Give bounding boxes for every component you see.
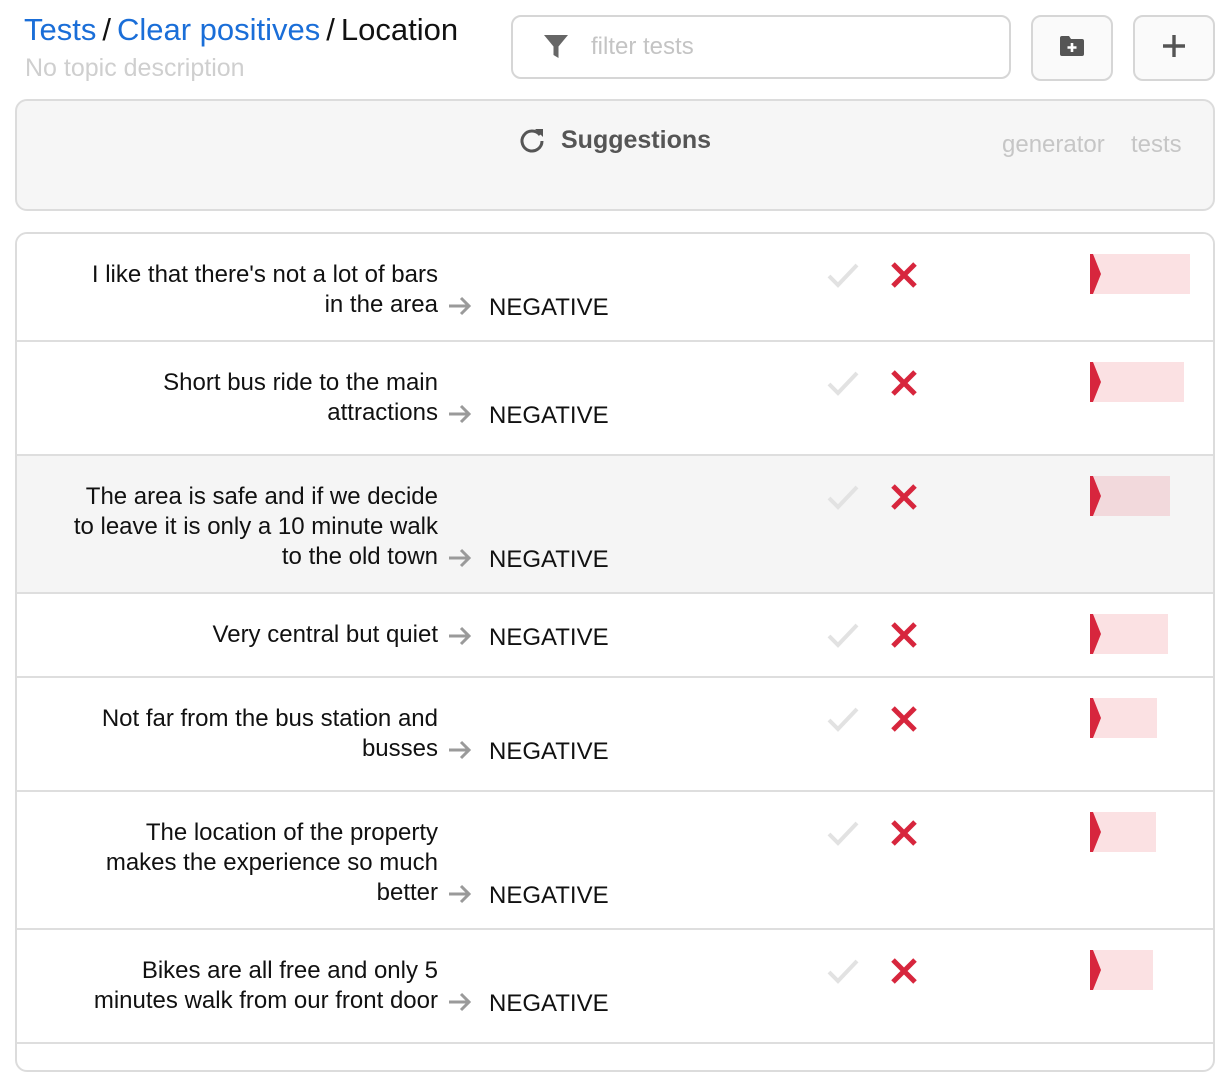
test-input-line: in the area [324, 291, 438, 318]
arrow-right-icon [449, 626, 472, 646]
test-input-line: Short bus ride to the main [163, 369, 438, 396]
score-marker-icon [1090, 812, 1101, 852]
check-icon[interactable] [825, 620, 861, 650]
check-icon[interactable] [825, 818, 861, 848]
score-bar [1090, 476, 1170, 516]
test-input-text[interactable]: The location of the property makes the ex… [18, 818, 438, 908]
cross-icon[interactable] [889, 704, 919, 734]
score-bar [1090, 812, 1156, 852]
refresh-icon[interactable] [517, 125, 547, 155]
test-input-line: busses [361, 735, 438, 762]
cross-icon[interactable] [889, 620, 919, 650]
cross-icon[interactable] [889, 260, 919, 290]
header: Tests / Clear positives / Location No topic … [0, 0, 1230, 100]
test-row[interactable]: The location of the property makes the ex… [17, 792, 1213, 930]
test-input-line: Not far from the bus station and [101, 705, 438, 732]
check-icon[interactable] [825, 260, 861, 290]
test-input-text[interactable]: Short bus ride to the main attractions [18, 368, 438, 428]
test-row[interactable]: I like that there's not a lot of bars in … [17, 234, 1213, 342]
test-input-text[interactable]: I like that there's not a lot of bars in … [18, 260, 438, 320]
test-input-line: The area is safe and if we decide [85, 483, 438, 510]
score-bar [1090, 698, 1157, 738]
arrow-right-icon [449, 548, 472, 568]
generator-column-header[interactable]: generator [1002, 131, 1105, 159]
arrow-right-icon [449, 992, 472, 1012]
test-row[interactable]: The area is safe and if we decide to leav… [17, 456, 1213, 594]
test-input-text[interactable]: Very central but quiet [18, 620, 438, 650]
cross-icon[interactable] [889, 368, 919, 398]
filter-box [511, 15, 1011, 79]
suggestions-panel: Suggestions generator tests [15, 99, 1215, 211]
test-row[interactable]: Very central but quiet NEGATIVE [17, 594, 1213, 678]
test-output-label[interactable]: NEGATIVE [489, 294, 609, 322]
test-input-line: Bikes are all free and only 5 [141, 957, 438, 984]
test-output-label[interactable]: NEGATIVE [489, 402, 609, 430]
score-bar [1090, 614, 1168, 654]
filter-icon [541, 32, 571, 62]
test-row[interactable]: Not far from the bus station and busses NE… [17, 678, 1213, 792]
plus-icon [1161, 33, 1187, 64]
score-marker-icon [1090, 254, 1101, 294]
test-output-label[interactable]: NEGATIVE [489, 990, 609, 1018]
score-bar [1090, 950, 1153, 990]
cross-icon[interactable] [889, 482, 919, 512]
test-output-label[interactable]: NEGATIVE [489, 882, 609, 910]
arrow-right-icon [449, 740, 472, 760]
test-input-line: I like that there's not a lot of bars [91, 261, 438, 288]
breadcrumb-current: Location [340, 12, 459, 47]
test-row[interactable]: Bikes are all free and only 5 minutes wal… [17, 930, 1213, 1044]
test-output-label[interactable]: NEGATIVE [489, 546, 609, 574]
test-list: I like that there's not a lot of bars in … [15, 232, 1215, 1072]
breadcrumb-clear-positives-link[interactable]: Clear positives [117, 12, 320, 47]
tests-column-header[interactable]: tests [1131, 131, 1182, 159]
score-marker-icon [1090, 362, 1101, 402]
test-input-line: minutes walk from our front door [93, 987, 438, 1014]
cross-icon[interactable] [889, 818, 919, 848]
test-input-line: makes the experience so much [105, 849, 438, 876]
score-marker-icon [1090, 476, 1101, 516]
test-output-label[interactable]: NEGATIVE [489, 738, 609, 766]
arrow-right-icon [449, 884, 472, 904]
cross-icon[interactable] [889, 956, 919, 986]
folder-plus-icon [1059, 35, 1085, 62]
filter-input[interactable] [591, 33, 971, 61]
suggestions-header: Suggestions [517, 125, 711, 155]
test-input-text[interactable]: Not far from the bus station and busses [18, 704, 438, 764]
test-input-text[interactable]: The area is safe and if we decide to leav… [18, 482, 438, 572]
test-row[interactable]: Short bus ride to the main attractions NEG… [17, 342, 1213, 456]
check-icon[interactable] [825, 482, 861, 512]
score-marker-icon [1090, 950, 1101, 990]
suggestions-title[interactable]: Suggestions [561, 126, 711, 155]
test-input-text[interactable]: Bikes are all free and only 5 minutes wal… [18, 956, 438, 1016]
breadcrumb: Tests / Clear positives / Location [24, 12, 458, 48]
test-input-line: to leave it is only a 10 minute walk [73, 513, 438, 540]
score-bar [1090, 362, 1184, 402]
check-icon[interactable] [825, 956, 861, 986]
topic-description[interactable]: No topic description [25, 54, 245, 83]
test-input-line: Very central but quiet [212, 621, 438, 648]
test-output-label[interactable]: NEGATIVE [489, 624, 609, 652]
check-icon[interactable] [825, 368, 861, 398]
score-marker-icon [1090, 614, 1101, 654]
test-input-line: attractions [327, 399, 438, 426]
breadcrumb-tests-link[interactable]: Tests [24, 12, 96, 47]
check-icon[interactable] [825, 704, 861, 734]
add-test-button[interactable] [1133, 15, 1215, 81]
arrow-right-icon [449, 404, 472, 424]
test-input-line: better [376, 879, 438, 906]
new-topic-button[interactable] [1031, 15, 1113, 81]
score-bar [1090, 254, 1190, 294]
arrow-right-icon [449, 296, 472, 316]
score-marker-icon [1090, 698, 1101, 738]
test-input-line: to the old town [281, 543, 438, 570]
test-input-line: The location of the property [145, 819, 438, 846]
breadcrumb-separator: / [102, 12, 111, 47]
breadcrumb-separator: / [326, 12, 335, 47]
